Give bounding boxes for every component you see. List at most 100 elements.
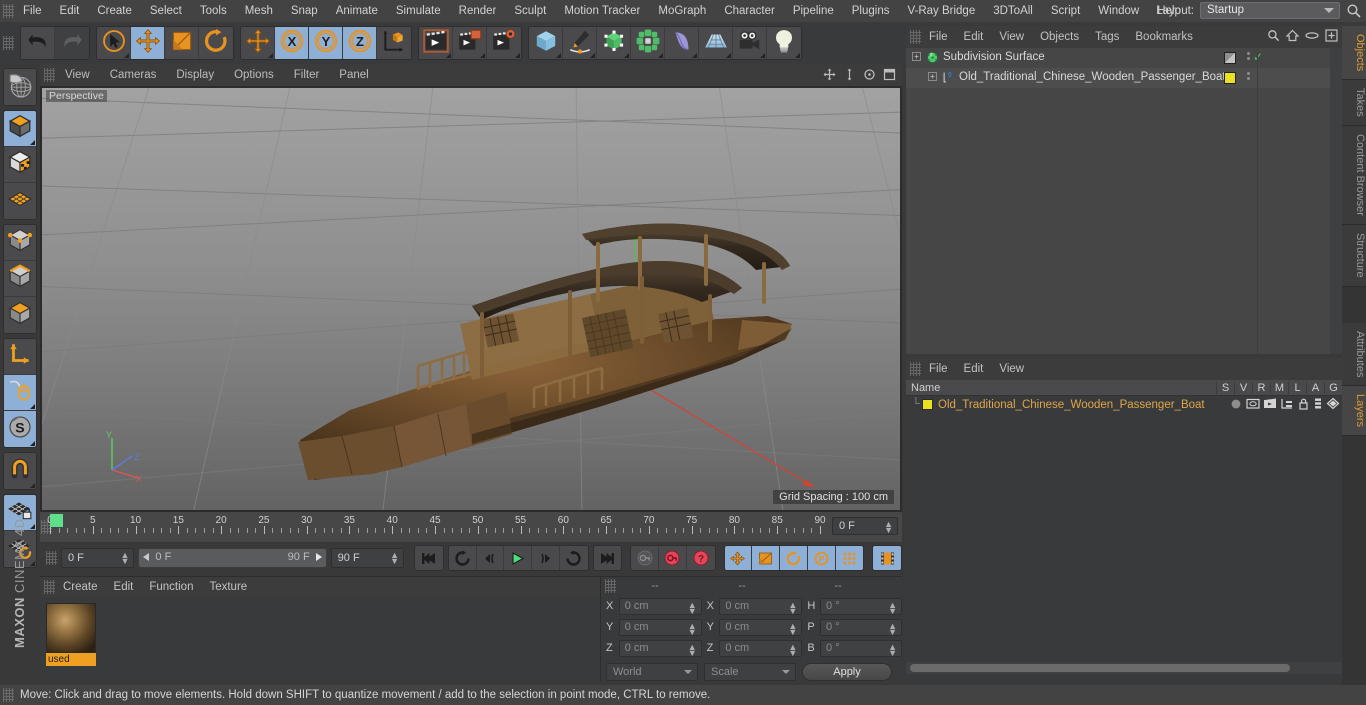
- camera-button[interactable]: [733, 27, 767, 59]
- workplane-mode-button[interactable]: [4, 183, 36, 219]
- go-to-previous-key-button[interactable]: [448, 546, 477, 570]
- position-field[interactable]: 0 cm ▲ ▼: [618, 639, 702, 657]
- dropdown-corner-icon[interactable]: [658, 53, 663, 58]
- add-spline-button[interactable]: [563, 27, 597, 59]
- vtab-attributes[interactable]: Attributes: [1342, 322, 1366, 387]
- menu-render[interactable]: Render: [450, 1, 506, 21]
- spinner-icon[interactable]: ▲ ▼: [688, 621, 697, 636]
- menu-motion-tracker[interactable]: Motion Tracker: [555, 1, 649, 21]
- layer-menu-file[interactable]: File: [921, 359, 956, 379]
- position-field[interactable]: 0 cm ▲ ▼: [618, 597, 702, 615]
- axis-mode-button[interactable]: [4, 339, 36, 375]
- vtab-objects[interactable]: Objects: [1342, 26, 1366, 81]
- menu-pipeline[interactable]: Pipeline: [784, 1, 843, 21]
- render-icon[interactable]: [1263, 397, 1277, 413]
- position-field[interactable]: 0 cm ▲ ▼: [618, 618, 702, 636]
- solo-icon[interactable]: [1229, 397, 1243, 413]
- menu-animate[interactable]: Animate: [327, 1, 387, 21]
- manager-icon[interactable]: [1280, 397, 1294, 413]
- spinner-icon[interactable]: ▲ ▼: [688, 600, 697, 615]
- size-field[interactable]: 0 cm ▲ ▼: [719, 639, 803, 657]
- transport-gripper[interactable]: [46, 551, 57, 565]
- scale-tool-button[interactable]: [165, 27, 199, 59]
- point-mode-button[interactable]: [4, 225, 36, 261]
- pan-icon[interactable]: [823, 68, 836, 86]
- texture-mode-button[interactable]: [4, 147, 36, 183]
- layer-column-s[interactable]: S: [1216, 381, 1234, 394]
- coordinate-mode-select[interactable]: Scale: [704, 663, 796, 681]
- zoom-icon[interactable]: [843, 68, 856, 86]
- snap-button[interactable]: S: [4, 411, 36, 447]
- range-right-arrow-icon[interactable]: [315, 553, 322, 561]
- viewport-menu-display[interactable]: Display: [166, 65, 224, 85]
- dropdown-corner-icon[interactable]: [590, 53, 595, 58]
- material-tag-icon[interactable]: [1224, 72, 1236, 84]
- move-tool-button[interactable]: [131, 27, 165, 59]
- position-key-button[interactable]: [724, 546, 753, 570]
- menu-snap[interactable]: Snap: [282, 1, 327, 21]
- redo-button[interactable]: [55, 27, 89, 59]
- object-manager-tree[interactable]: + Subdivision Surface ✓ +0 Old_Traditional_C…: [906, 48, 1342, 354]
- current-frame-field[interactable]: 0 F ▲ ▼: [61, 548, 135, 568]
- undo-button[interactable]: [21, 27, 55, 59]
- vtab-content-browser[interactable]: Content Browser: [1342, 126, 1366, 225]
- object-manager-row[interactable]: + Subdivision Surface ✓: [906, 48, 1342, 68]
- live-selection-button[interactable]: [97, 27, 131, 59]
- spinner-icon[interactable]: ▲ ▼: [688, 642, 697, 657]
- scale-key-button[interactable]: [752, 546, 781, 570]
- layer-column-v[interactable]: V: [1234, 381, 1252, 394]
- range-left-arrow-icon[interactable]: [143, 553, 150, 561]
- material-menu-create[interactable]: Create: [55, 577, 106, 597]
- go-to-end-button[interactable]: [593, 546, 622, 570]
- viewport-menu-options[interactable]: Options: [224, 65, 284, 85]
- layer-column-g[interactable]: G: [1324, 381, 1342, 394]
- object-menu-objects[interactable]: Objects: [1032, 27, 1087, 47]
- object-menu-view[interactable]: View: [991, 27, 1032, 47]
- menu-tools[interactable]: Tools: [191, 1, 236, 21]
- object-manager-row[interactable]: +0 Old_Traditional_Chinese_Wooden_Passeng…: [906, 68, 1342, 88]
- menu-mograph[interactable]: MoGraph: [649, 1, 715, 21]
- material-swatch-item[interactable]: used: [46, 603, 96, 666]
- layer-column-l[interactable]: L: [1288, 381, 1306, 394]
- toolbar-gripper[interactable]: [3, 36, 14, 50]
- add-cube-button[interactable]: [529, 27, 563, 59]
- step-forward-button[interactable]: [532, 546, 560, 570]
- material-preview[interactable]: [46, 603, 96, 653]
- visibility-dots-icon[interactable]: [1247, 72, 1250, 80]
- array-modeling-button[interactable]: [631, 27, 665, 59]
- object-menu-file[interactable]: File: [921, 27, 956, 47]
- layer-column-a[interactable]: A: [1306, 381, 1324, 394]
- deformer-button[interactable]: [665, 27, 699, 59]
- viewport-menu-panel[interactable]: Panel: [329, 65, 378, 85]
- vtab-layers[interactable]: Layers: [1342, 386, 1366, 437]
- object-manager-gripper[interactable]: [910, 30, 921, 44]
- layer-menu-edit[interactable]: Edit: [956, 359, 992, 379]
- rotation-field[interactable]: 0 ° ▲ ▼: [820, 597, 902, 615]
- layer-manager-gripper[interactable]: [910, 362, 921, 376]
- dropdown-corner-icon[interactable]: [268, 53, 273, 58]
- viewport-menu-gripper[interactable]: [44, 68, 55, 82]
- dropdown-corner-icon[interactable]: [30, 483, 35, 488]
- layer-manager-scroll-thumb[interactable]: [910, 664, 1290, 672]
- viewport-menu-view[interactable]: View: [55, 65, 100, 85]
- material-manager-gripper[interactable]: [44, 580, 55, 594]
- pla-key-button[interactable]: P: [807, 546, 836, 570]
- material-menu-texture[interactable]: Texture: [201, 577, 255, 597]
- coordinate-space-select[interactable]: World: [606, 663, 698, 681]
- play-button[interactable]: [504, 546, 533, 570]
- menu-v-ray-bridge[interactable]: V-Ray Bridge: [898, 1, 984, 21]
- rotation-key-button[interactable]: [780, 546, 808, 570]
- autokey-button[interactable]: [659, 546, 687, 570]
- render-settings-button[interactable]: [487, 27, 521, 59]
- view-icon[interactable]: [1246, 397, 1260, 413]
- layout-select[interactable]: Startup: [1200, 2, 1340, 19]
- dropdown-corner-icon[interactable]: [556, 53, 561, 58]
- dropdown-corner-icon[interactable]: [446, 53, 451, 58]
- menu-simulate[interactable]: Simulate: [387, 1, 450, 21]
- dropdown-corner-icon[interactable]: [515, 53, 520, 58]
- object-manager-scrollbar[interactable]: [1330, 48, 1342, 354]
- layer-color-swatch[interactable]: [922, 399, 933, 410]
- spinner-icon[interactable]: ▲ ▼: [884, 520, 893, 535]
- lock-x-axis-button[interactable]: X: [275, 27, 309, 59]
- size-field[interactable]: 0 cm ▲ ▼: [719, 597, 803, 615]
